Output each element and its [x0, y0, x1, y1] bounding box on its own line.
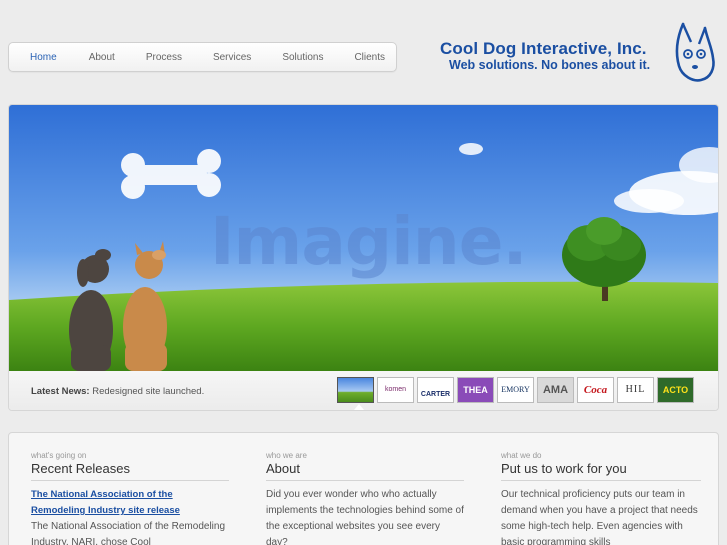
content-panel: what's going on Recent Releases The Nati… — [8, 432, 719, 545]
logo-tagline: Web solutions. No bones about it. — [449, 58, 651, 72]
latest-news-label: Latest News: — [31, 386, 90, 397]
thumb-hill[interactable]: HIL — [617, 377, 654, 403]
latest-news: Latest News: Redesigned site launched. — [31, 386, 204, 397]
releases-kicker: what's going on — [31, 451, 87, 460]
logo-name: Cool Dog Interactive, Inc. — [440, 39, 647, 58]
nav-solutions[interactable]: Solutions — [282, 52, 323, 63]
thumb-pointer — [354, 404, 364, 410]
thumb-theatre[interactable]: THEA — [457, 377, 494, 403]
thumb-komen[interactable]: komen — [377, 377, 414, 403]
logo[interactable]: Cool Dog Interactive, Inc. Web solutions… — [440, 18, 725, 90]
thumb-coca-cola[interactable]: Coca — [577, 377, 614, 403]
releases-title: Recent Releases — [31, 461, 229, 481]
main-nav: Home About Process Services Solutions Cl… — [8, 42, 397, 72]
about-column: who we are About Did you ever wonder who… — [266, 451, 464, 545]
release-link-nari[interactable]: The National Association of the Remodeli… — [31, 487, 229, 519]
nav-process[interactable]: Process — [146, 52, 182, 63]
hero-image[interactable]: Imagine. — [9, 105, 718, 371]
about-title: About — [266, 461, 464, 481]
work-body: Our technical proficiency puts our team … — [501, 489, 698, 545]
work-kicker: what we do — [501, 451, 542, 460]
news-bar: Latest News: Redesigned site launched. k… — [9, 371, 718, 410]
nav-about[interactable]: About — [89, 52, 115, 63]
dog-logo-icon — [675, 22, 715, 82]
thumb-imagine[interactable] — [337, 377, 374, 403]
nav-services[interactable]: Services — [213, 52, 251, 63]
about-kicker: who we are — [266, 451, 307, 460]
latest-news-text: Redesigned site launched. — [92, 386, 205, 397]
hero-headline: Imagine. — [210, 203, 528, 280]
thumb-ama[interactable]: AMA — [537, 377, 574, 403]
releases-column: what's going on Recent Releases The Nati… — [31, 451, 229, 545]
nav-home[interactable]: Home — [30, 52, 57, 63]
about-body: Did you ever wonder who who actually imp… — [266, 489, 464, 545]
hero-slideshow: Imagine. Latest News: Redesigned site la… — [8, 104, 719, 411]
releases-body: The National Association of the Remodeli… — [31, 521, 226, 545]
thumb-emory[interactable]: EMORY — [497, 377, 534, 403]
thumb-carter[interactable]: CARTER — [417, 377, 454, 403]
nav-clients[interactable]: Clients — [354, 52, 385, 63]
work-column: what we do Put us to work for you Our te… — [501, 451, 701, 545]
thumb-actor[interactable]: ACTO — [657, 377, 694, 403]
client-thumbnails: komen CARTER THEA EMORY AMA Coca HIL ACT… — [337, 377, 697, 403]
work-title: Put us to work for you — [501, 461, 701, 481]
